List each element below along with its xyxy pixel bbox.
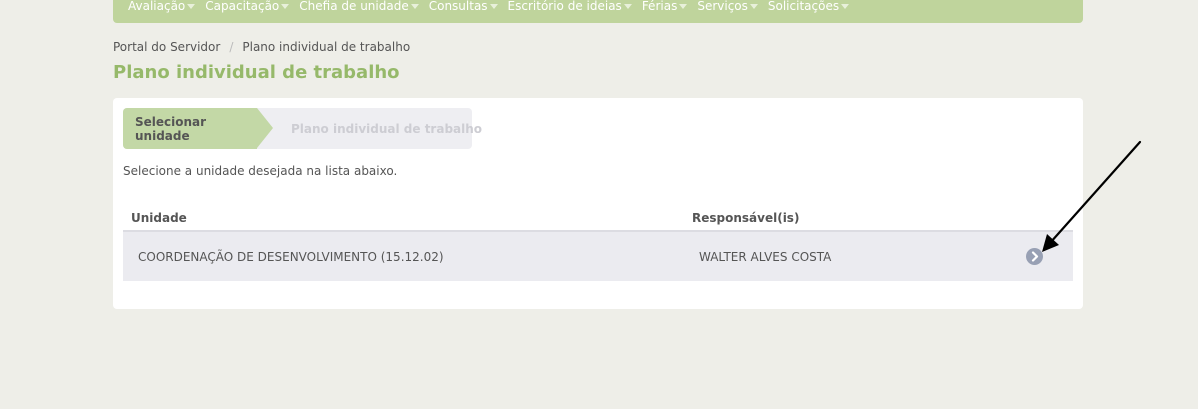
caret-down-icon (489, 4, 498, 9)
nav-item-avaliacao[interactable]: Avaliação (128, 0, 196, 13)
page-title: Plano individual de trabalho (113, 62, 400, 83)
top-navigation: Avaliação Capacitação Chefia de unidade … (113, 0, 1083, 23)
nav-item-label: Consultas (428, 0, 488, 13)
nav-item-label: Chefia de unidade (299, 0, 409, 13)
breadcrumb-home-link[interactable]: Portal do Servidor (113, 40, 220, 54)
wizard-step-selecionar-unidade[interactable]: Selecionar unidade (123, 108, 257, 149)
instruction-text: Selecione a unidade desejada na lista ab… (123, 164, 398, 178)
column-header-unidade: Unidade (131, 211, 187, 225)
caret-down-icon (841, 4, 850, 9)
column-header-responsavel: Responsável(is) (692, 211, 800, 225)
breadcrumb: Portal do Servidor / Plano individual de… (113, 40, 410, 54)
nav-item-servicos[interactable]: Serviços (697, 0, 758, 13)
nav-item-label: Serviços (697, 0, 748, 13)
nav-item-label: Férias (641, 0, 678, 13)
nav-item-label: Escritório de ideias (507, 0, 622, 13)
wizard-step-arrow (257, 108, 273, 148)
wizard-step-plano-individual: Plano individual de trabalho (291, 108, 482, 149)
breadcrumb-current: Plano individual de trabalho (242, 40, 411, 54)
nav-item-solicitacoes[interactable]: Solicitações (767, 0, 850, 13)
caret-down-icon (679, 4, 688, 9)
nav-item-capacitacao[interactable]: Capacitação (205, 0, 290, 13)
wizard-step-label: Selecionar unidade (135, 114, 207, 143)
nav-item-label: Avaliação (128, 0, 186, 13)
nav-item-label: Solicitações (767, 0, 840, 13)
caret-down-icon (187, 4, 196, 9)
nav-item-chefia-de-unidade[interactable]: Chefia de unidade (299, 0, 419, 13)
content-card: Selecionar unidade Plano individual de t… (113, 98, 1083, 309)
caret-down-icon (623, 4, 632, 9)
wizard-step-label: Plano individual de trabalho (291, 121, 483, 136)
wizard-steps: Selecionar unidade Plano individual de t… (123, 108, 482, 149)
nav-item-ferias[interactable]: Férias (642, 0, 688, 13)
table-header: Unidade Responsável(is) (123, 206, 1073, 232)
nav-item-escritorio-de-ideias[interactable]: Escritório de ideias (508, 0, 632, 13)
caret-down-icon (410, 4, 419, 9)
nav-item-label: Capacitação (205, 0, 280, 13)
nav-item-consultas[interactable]: Consultas (429, 0, 498, 13)
units-table: Unidade Responsável(is) COORDENAÇÃO DE D… (123, 206, 1073, 281)
cell-responsavel: WALTER ALVES COSTA (699, 250, 832, 264)
caret-down-icon (281, 4, 290, 9)
arrow-pointer-icon (1042, 140, 1142, 252)
breadcrumb-separator: / (229, 40, 234, 54)
caret-down-icon (749, 4, 758, 9)
table-row[interactable]: COORDENAÇÃO DE DESENVOLVIMENTO (15.12.02… (123, 232, 1073, 281)
cell-unidade: COORDENAÇÃO DE DESENVOLVIMENTO (15.12.02… (138, 250, 444, 264)
